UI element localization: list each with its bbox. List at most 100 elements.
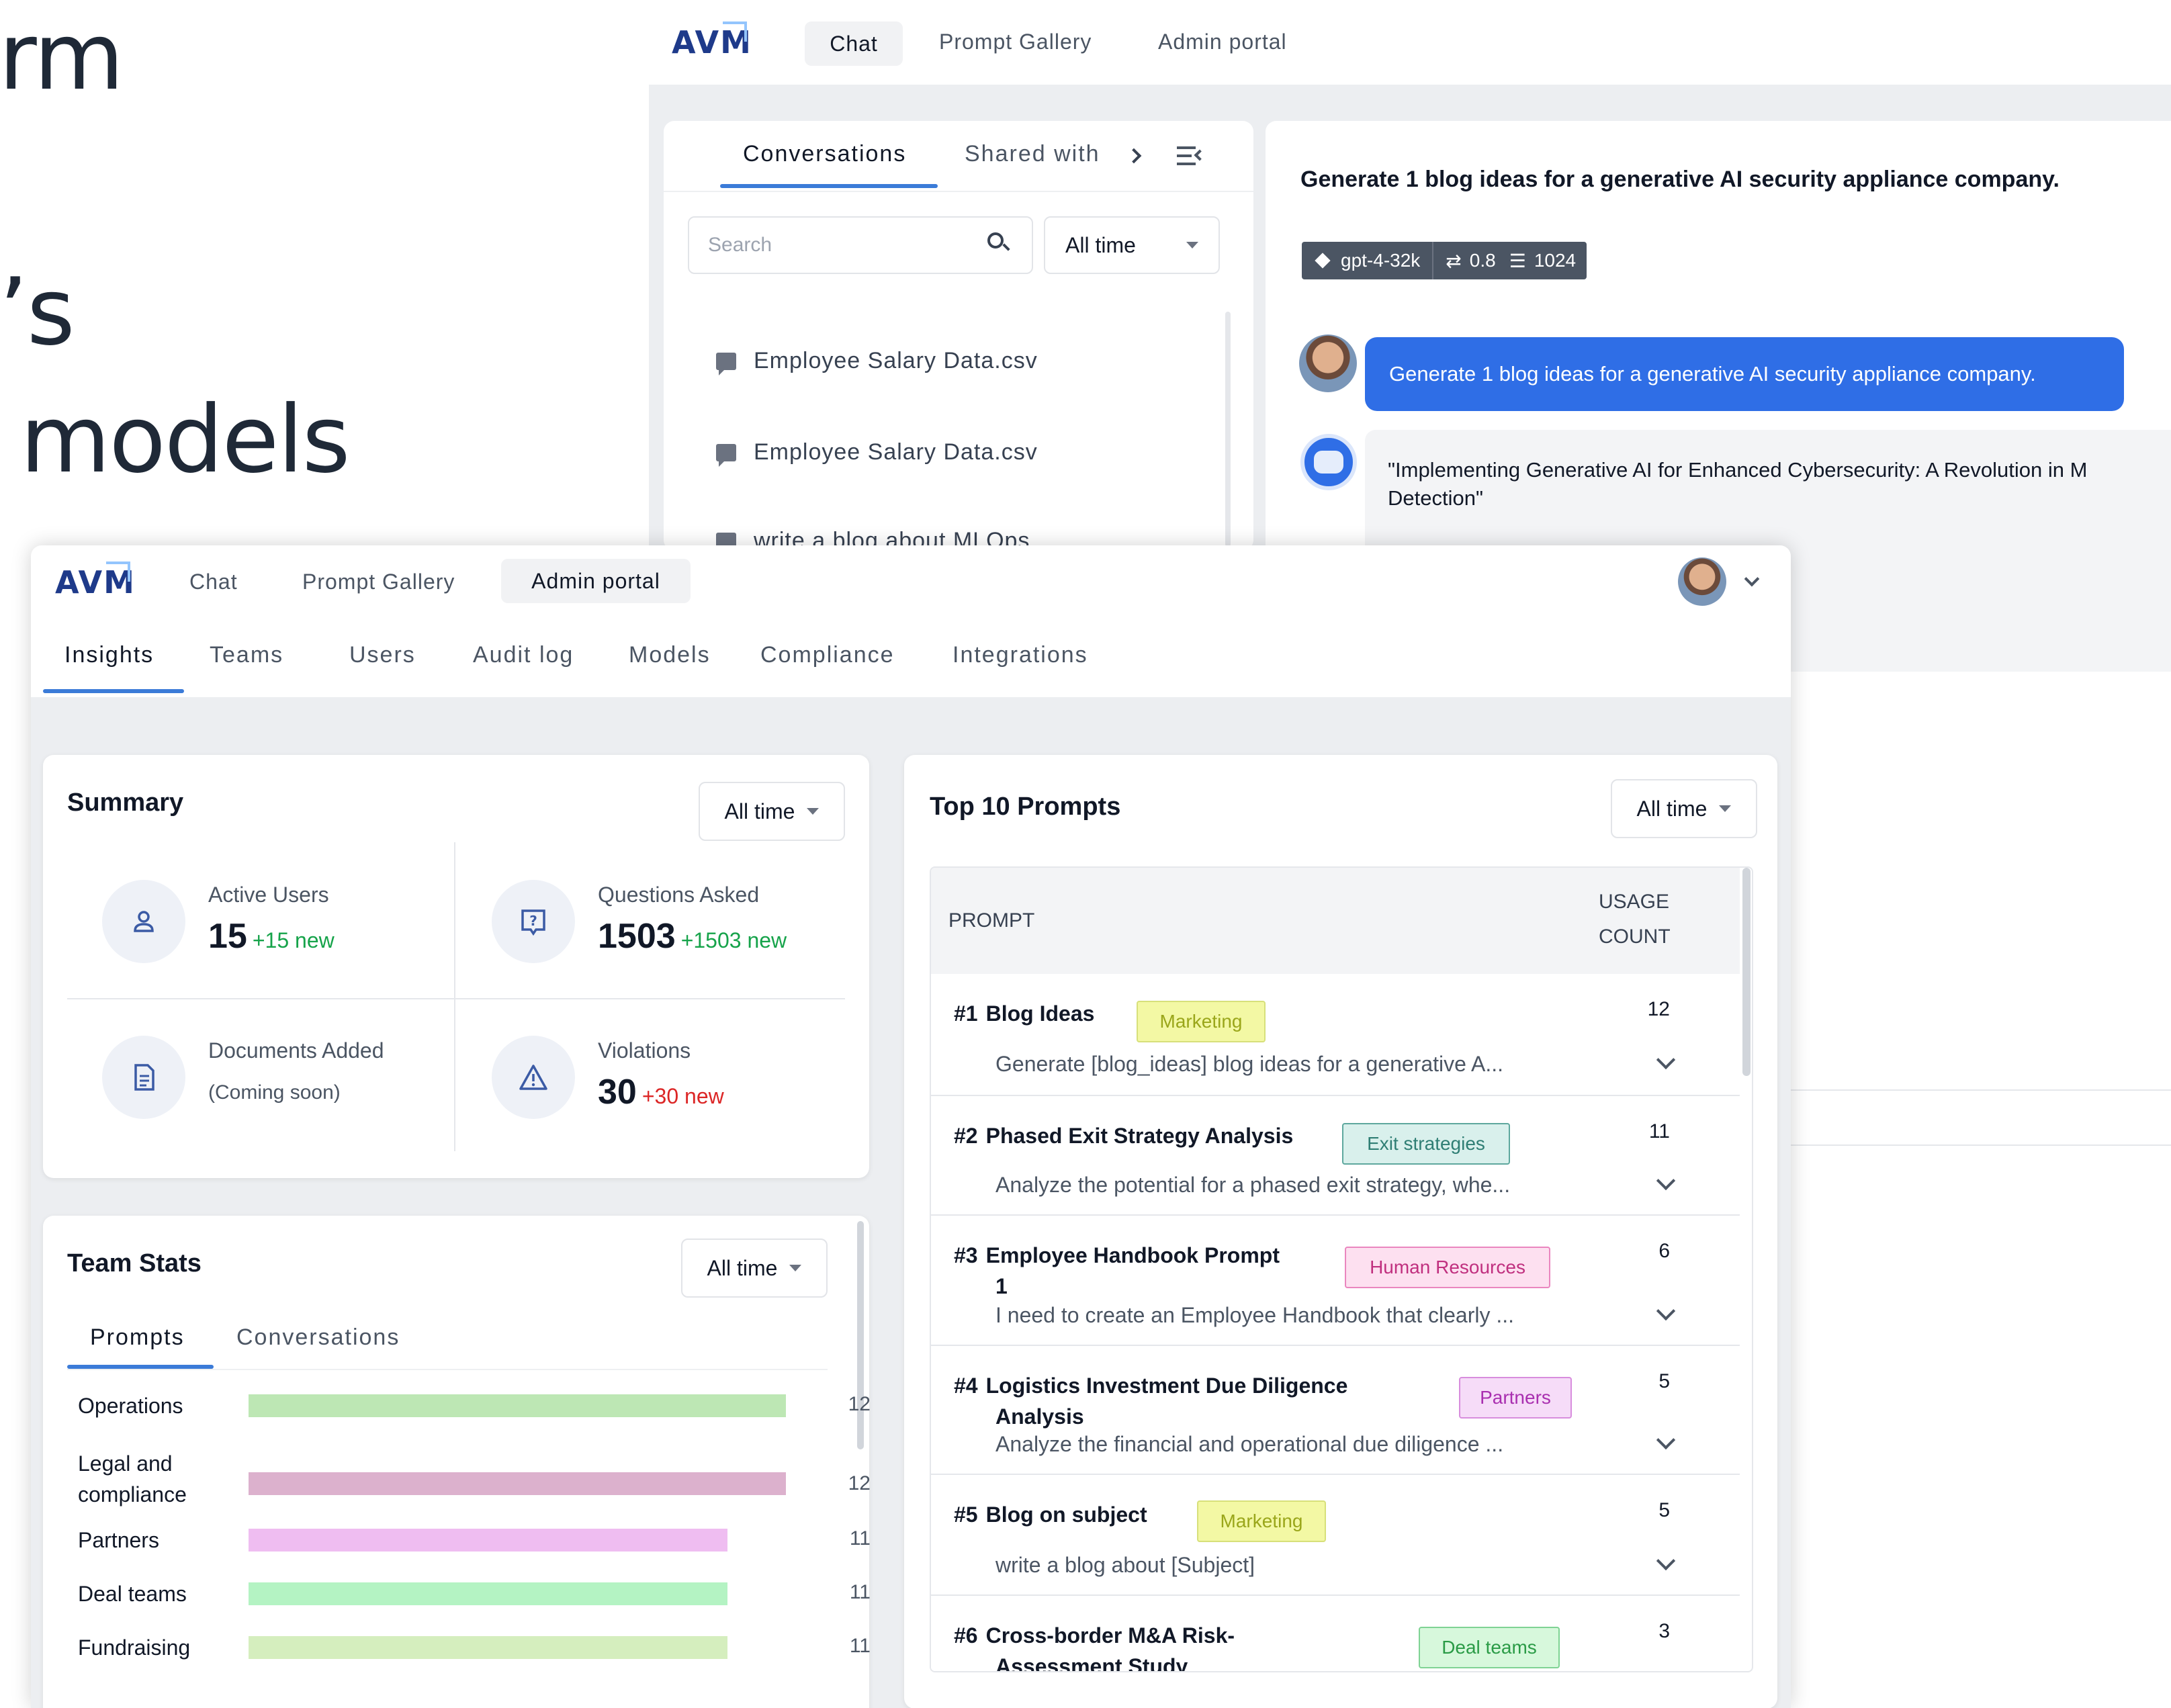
prompt-rank: #1 <box>954 1001 978 1026</box>
tab-conversations[interactable]: Conversations <box>743 141 906 167</box>
summary-vertical-divider <box>454 842 455 1151</box>
model-name: gpt-4-32k <box>1341 242 1434 279</box>
search-input[interactable]: Search <box>688 216 1033 274</box>
prompt-description: write a blog about [Subject] <box>995 1553 1255 1577</box>
temperature-icon: ⇄ <box>1446 250 1462 271</box>
top-prompts-filter-label: All time <box>1636 796 1708 821</box>
tab-prompts[interactable]: Prompts <box>90 1324 185 1351</box>
summary-time-filter[interactable]: All time <box>699 782 845 841</box>
nav-admin-portal[interactable]: Admin portal <box>1158 30 1287 54</box>
team-stat-row: Legal and compliance 12 <box>78 1451 871 1513</box>
prompt-usage-count: 3 <box>1658 1620 1670 1642</box>
prompt-usage-count: 6 <box>1658 1240 1670 1262</box>
prompt-row[interactable]: #6 Cross-border M&A Risk- Assessment Study… <box>931 1594 1740 1671</box>
model-settings-badge[interactable]: gpt-4-32k ⇄ 0.8 ☰ 1024 <box>1302 242 1587 279</box>
active-users-new: +15 new <box>252 928 335 952</box>
prompt-title: #5 Blog on subject <box>954 1499 1190 1530</box>
prompt-usage-count: 12 <box>1647 998 1670 1020</box>
prompt-tag: Marketing <box>1137 1001 1266 1042</box>
prompts-table-header: PROMPT USAGE COUNT <box>931 868 1740 974</box>
expand-chevron-icon[interactable] <box>1656 1430 1676 1450</box>
prompt-description: Analyze the potential for a phased exit … <box>995 1173 1511 1197</box>
team-stat-value: 11 <box>849 1527 871 1549</box>
tab-insights[interactable]: Insights <box>64 642 154 668</box>
profile-avatar[interactable] <box>1678 557 1726 606</box>
chat-title: Generate 1 blog ideas for a generative A… <box>1300 167 2059 192</box>
bot-message-text-line2: Detection" <box>1388 486 1483 510</box>
tab-integrations[interactable]: Integrations <box>952 642 1088 668</box>
team-stat-bar <box>249 1394 786 1417</box>
hero-text-line-2: ’s <box>0 258 75 366</box>
top-prompts-card: Top 10 Prompts All time PROMPT USAGE COU… <box>904 755 1777 1708</box>
summary-filter-label: All time <box>724 799 795 823</box>
expand-chevron-icon[interactable] <box>1656 1050 1676 1070</box>
nav-prompt-gallery[interactable]: Prompt Gallery <box>302 570 455 594</box>
prompt-name: Cross-border M&A Risk- <box>985 1623 1235 1648</box>
prompt-row[interactable]: #1 Blog Ideas Marketing 12 Generate [blog_id… <box>931 974 1740 1095</box>
documents-coming-soon: (Coming soon) <box>208 1081 341 1104</box>
summary-horizontal-divider <box>67 998 845 999</box>
column-usage: USAGE <box>1599 891 1670 913</box>
active-users-count: 15 <box>208 917 247 956</box>
time-filter-dropdown[interactable]: All time <box>1044 216 1220 274</box>
prompt-description: Analyze the financial and operational du… <box>995 1432 1504 1456</box>
prompt-description: Generate [blog_ideas] blog ideas for a g… <box>995 1052 1504 1076</box>
chat-input-area[interactable] <box>1789 1089 2171 1146</box>
tab-models[interactable]: Models <box>629 642 711 668</box>
avm-logo: AVM <box>55 561 136 600</box>
search-placeholder: Search <box>708 234 772 256</box>
nav-chat[interactable]: Chat <box>805 21 903 66</box>
caret-down-icon <box>1186 242 1198 249</box>
expand-chevron-icon[interactable] <box>1656 1301 1676 1321</box>
top-prompts-time-filter[interactable]: All time <box>1611 779 1757 838</box>
tab-team-conversations[interactable]: Conversations <box>236 1324 400 1351</box>
warning-icon <box>492 1036 575 1119</box>
prompt-rank: #2 <box>954 1124 978 1148</box>
prompt-usage-count: 11 <box>1648 1120 1670 1142</box>
caret-down-icon <box>1719 805 1732 812</box>
tab-compliance[interactable]: Compliance <box>760 642 895 668</box>
team-stat-value: 12 <box>848 1393 871 1415</box>
sidebar-scrollbar[interactable] <box>1225 312 1231 547</box>
tab-audit-log[interactable]: Audit log <box>473 642 574 668</box>
bot-avatar-icon <box>1300 434 1357 490</box>
caret-down-icon <box>789 1265 802 1271</box>
documents-added-label: Documents Added <box>208 1038 384 1063</box>
team-stats-time-filter[interactable]: All time <box>681 1239 828 1298</box>
conversation-item[interactable]: Employee Salary Data.csv <box>716 439 1038 467</box>
tab-shared-with[interactable]: Shared with <box>965 141 1100 167</box>
prompt-title: #6 Cross-border M&A Risk- Assessment Study <box>954 1620 1412 1671</box>
prompts-scrollbar[interactable] <box>1742 868 1751 1076</box>
expand-chevron-icon[interactable] <box>1656 1171 1676 1191</box>
prompt-name-continued: 1 <box>995 1274 1008 1298</box>
max-tokens-value: 1024 <box>1534 250 1577 271</box>
prompt-rank: #3 <box>954 1243 978 1267</box>
prompt-name: Logistics Investment Due Diligence <box>985 1374 1348 1398</box>
collapse-sidebar-icon[interactable] <box>1177 145 1206 168</box>
tab-users[interactable]: Users <box>349 642 416 668</box>
prompt-row[interactable]: #3 Employee Handbook Prompt 1 Human Resourc… <box>931 1214 1740 1345</box>
violations-value: 30 +30 new <box>598 1072 724 1112</box>
team-name: Operations <box>78 1394 183 1418</box>
nav-chat[interactable]: Chat <box>189 570 238 594</box>
tab-teams[interactable]: Teams <box>210 642 283 668</box>
conversation-item[interactable]: Employee Salary Data.csv <box>716 348 1038 375</box>
nav-prompt-gallery[interactable]: Prompt Gallery <box>939 30 1092 54</box>
prompt-rank: #4 <box>954 1374 978 1398</box>
svg-text:?: ? <box>529 913 537 929</box>
prompt-row[interactable]: #2 Phased Exit Strategy Analysis Exit stra… <box>931 1095 1740 1214</box>
prompt-title: #1 Blog Ideas <box>954 998 1130 1029</box>
team-stats-title: Team Stats <box>67 1249 202 1277</box>
chat-topbar: AVM Chat Prompt Gallery Admin portal <box>649 0 2171 86</box>
prompt-usage-count: 5 <box>1658 1370 1670 1392</box>
chevron-right-icon[interactable] <box>1126 148 1142 164</box>
violations-label: Violations <box>598 1038 691 1063</box>
hero-text-line-1: rm <box>0 3 124 111</box>
prompt-row[interactable]: #4 Logistics Investment Due Diligence Anal… <box>931 1345 1740 1474</box>
prompt-row[interactable]: #5 Blog on subject Marketing 5 write a blog … <box>931 1474 1740 1594</box>
questions-asked-value: 1503 +1503 new <box>598 916 787 956</box>
conversation-title: Employee Salary Data.csv <box>754 439 1038 465</box>
expand-chevron-icon[interactable] <box>1656 1551 1676 1571</box>
nav-admin-portal[interactable]: Admin portal <box>501 559 691 603</box>
temperature-value: 0.8 <box>1469 250 1496 271</box>
